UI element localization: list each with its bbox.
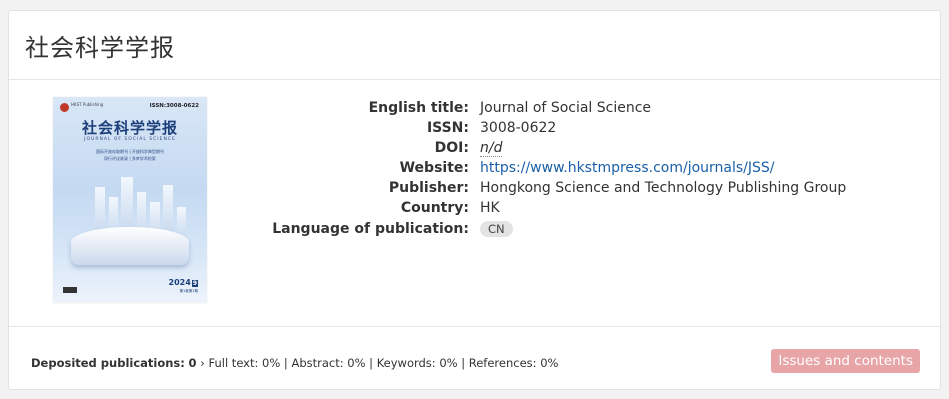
- deposited-label: Deposited publications:: [31, 356, 185, 370]
- website-link[interactable]: https://www.hkstmpress.com/journals/JSS/: [480, 160, 775, 176]
- doi-value: n/d: [480, 140, 503, 157]
- cover-title: 社会科学学报: [81, 119, 178, 137]
- cover-publisher-name: HKST Publishing: [71, 102, 104, 107]
- detail-label: Country:: [400, 200, 469, 216]
- chevron-right-icon: ›: [200, 356, 205, 370]
- issues-and-contents-button[interactable]: Issues and contents: [771, 349, 920, 373]
- cover-subtitle: JOURNAL OF SOCIAL SCIENCE: [84, 137, 176, 142]
- deposited-count: 0: [188, 356, 197, 370]
- language-badge: CN: [480, 221, 513, 237]
- cover-year: 2024 9: [168, 278, 198, 287]
- detail-label: English title:: [368, 100, 469, 116]
- detail-label: Publisher:: [388, 180, 469, 196]
- detail-value: 3008-0622: [480, 118, 556, 138]
- cover-open-book: [71, 227, 189, 265]
- detail-value-text: Hongkong Science and Technology Publishi…: [480, 180, 847, 196]
- publication-stats: Deposited publications: 0 › Full text: 0…: [31, 356, 558, 370]
- detail-value-text: Journal of Social Science: [480, 100, 652, 116]
- detail-value-text: HK: [480, 200, 500, 216]
- cover-tagline-1: 国际开放存取期刊 | 开放科学典型期刊: [96, 149, 164, 154]
- detail-value: Hongkong Science and Technology Publishi…: [480, 178, 846, 198]
- detail-label: ISSN:: [426, 120, 469, 136]
- cover-tagline-2: 同行评议收录 | 多库学术检索: [104, 156, 156, 161]
- detail-label: Website:: [399, 160, 469, 176]
- cover-issn: ISSN:3008-0622: [149, 103, 199, 109]
- detail-value: Journal of Social Science: [480, 98, 651, 118]
- detail-value-text: 3008-0622: [480, 120, 557, 136]
- detail-value[interactable]: https://www.hkstmpress.com/journals/JSS/: [480, 158, 775, 178]
- detail-label: Language of publication:: [272, 221, 469, 237]
- page-title: 社会科学学报: [25, 33, 175, 62]
- card-header: 社会科学学报: [9, 11, 940, 80]
- detail-label: DOI:: [434, 140, 469, 156]
- publisher-logo-icon: [60, 103, 69, 112]
- journal-card: 社会科学学报 HKST Publishing ISSN:3008-0622 社会…: [8, 10, 941, 390]
- detail-value: n/d: [480, 138, 503, 158]
- detail-value: HK: [480, 198, 500, 218]
- coverage-stats: Full text: 0% | Abstract: 0% | Keywords:…: [208, 356, 559, 370]
- card-footer: Deposited publications: 0 › Full text: 0…: [9, 327, 940, 389]
- license-icon: [63, 287, 77, 293]
- detail-value: CN: [480, 219, 513, 239]
- card-body: HKST Publishing ISSN:3008-0622 社会科学学报 JO…: [9, 80, 940, 327]
- cover-volume: 第1卷第1期: [179, 289, 198, 293]
- journal-cover-image: HKST Publishing ISSN:3008-0622 社会科学学报 JO…: [53, 97, 207, 303]
